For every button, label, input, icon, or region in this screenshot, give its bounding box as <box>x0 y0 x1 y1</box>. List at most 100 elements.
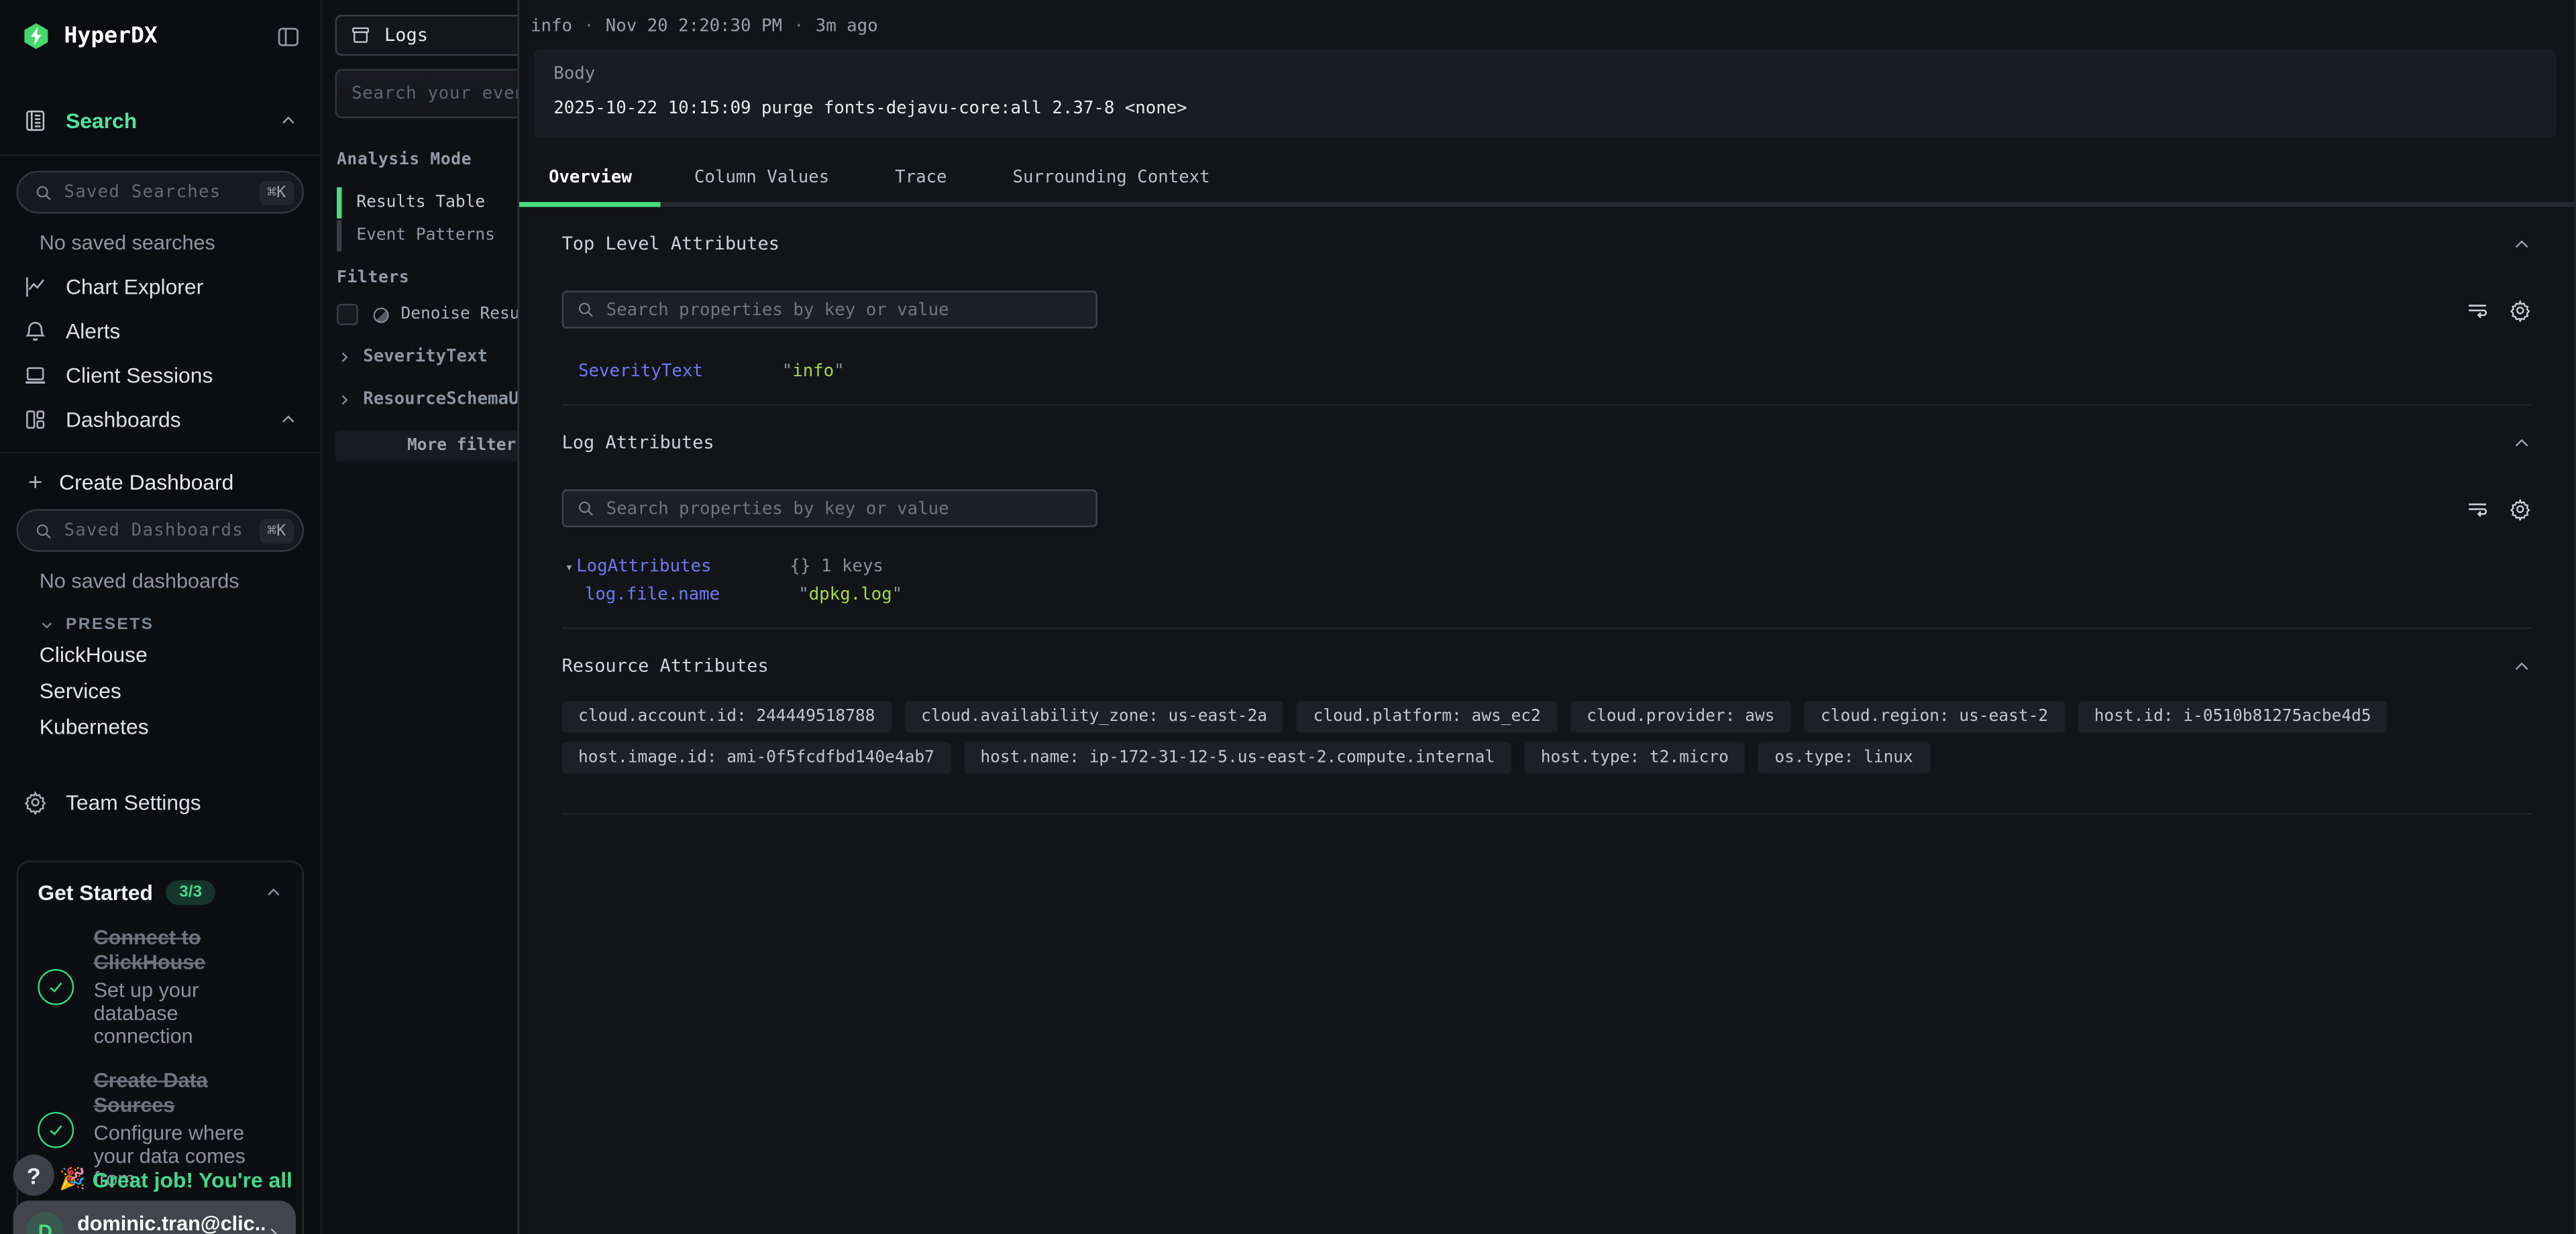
sidebar-item-team-settings[interactable]: Team Settings <box>0 780 321 824</box>
more-filters-label: More filters <box>407 437 517 455</box>
app-title: HyperDX <box>64 23 276 49</box>
resource-chip[interactable]: cloud.availability_zone: us-east-2a <box>904 702 1283 733</box>
chevron-up-icon[interactable] <box>279 112 297 130</box>
chart-line-icon <box>23 274 48 299</box>
sidebar-item-dashboards[interactable]: Dashboards <box>0 398 321 442</box>
divider <box>562 813 2532 814</box>
search-filter-panel: Logs Search your events... Analysis Mode… <box>322 0 517 1234</box>
filter-group-severitytext[interactable]: SeverityText <box>337 347 488 366</box>
preset-clickhouse[interactable]: ClickHouse <box>0 637 321 673</box>
wrap-lines-icon[interactable] <box>2466 298 2489 321</box>
saved-dashboards-input[interactable]: Saved Dashboards ⌘K <box>16 509 304 552</box>
source-selector-button[interactable]: Logs <box>335 15 518 56</box>
resource-chip[interactable]: host.name: ip-172-31-12-5.us-east-2.comp… <box>964 742 1511 774</box>
presets-label: PRESETS <box>66 616 154 634</box>
search-icon <box>34 183 52 201</box>
sidebar: HyperDX Search Saved Searches ⌘K No save… <box>0 0 322 1234</box>
more-filters-button[interactable]: More filters <box>335 431 518 462</box>
presets-header[interactable]: PRESETS <box>0 603 321 637</box>
wrap-lines-icon[interactable] <box>2466 497 2489 520</box>
event-search-input[interactable]: Search your events... <box>335 69 518 118</box>
event-body-card: Body 2025-10-22 10:15:09 purge fonts-dej… <box>534 49 2557 137</box>
gear-icon[interactable] <box>2509 298 2532 321</box>
tree-node-logattributes[interactable]: ▾ LogAttributes {} 1 keys <box>562 557 2532 576</box>
preset-kubernetes[interactable]: Kubernetes <box>0 710 321 746</box>
active-tab-indicator <box>519 201 661 207</box>
resource-chip[interactable]: host.id: i-0510b81275acbe4d5 <box>2078 702 2387 733</box>
resource-chip[interactable]: cloud.region: us-east-2 <box>1805 702 2065 733</box>
resource-chip[interactable]: cloud.platform: aws_ec2 <box>1297 702 1557 733</box>
collapse-sidebar-icon[interactable] <box>276 24 301 49</box>
chevron-up-icon[interactable] <box>279 410 297 429</box>
resource-chips-row: cloud.account.id: 244449518788 cloud.ava… <box>562 702 2532 733</box>
get-started-step-connect[interactable]: Connect to ClickHouse Set up your databa… <box>38 926 282 1048</box>
attribute-value[interactable]: dpkg.log <box>809 585 892 604</box>
no-saved-dashboards-note: No saved dashboards <box>0 552 321 603</box>
mode-option-label: Event Patterns <box>356 227 494 245</box>
quote: " <box>782 361 792 381</box>
filters-label: Filters <box>337 270 409 288</box>
section-log-attributes: Log Attributes Search properties by key … <box>519 432 2575 629</box>
chevron-up-icon[interactable] <box>2512 433 2531 452</box>
attribute-value[interactable]: info <box>792 361 834 381</box>
help-button[interactable]: ? <box>13 1155 54 1196</box>
sidebar-item-chart-explorer[interactable]: Chart Explorer <box>0 264 321 308</box>
checkbox[interactable] <box>337 304 358 325</box>
properties-search-input[interactable]: Search properties by key or value <box>562 490 1097 527</box>
denoise-label: Denoise Results <box>401 306 518 324</box>
resource-chip[interactable]: cloud.provider: aws <box>1570 702 1791 733</box>
tree-node-key[interactable]: LogAttributes <box>576 557 790 576</box>
attribute-row-severitytext[interactable]: SeverityText "info" <box>562 361 2532 381</box>
chevron-up-icon[interactable] <box>264 884 282 902</box>
active-indicator-bar <box>337 187 341 219</box>
half-circle-icon <box>371 304 390 324</box>
hyperdx-logo-icon <box>21 21 51 51</box>
party-popper-icon: 🎉 <box>59 1166 86 1192</box>
preset-services[interactable]: Services <box>0 673 321 710</box>
filter-group-resourceschemaurl[interactable]: ResourceSchemaUrl <box>337 389 517 408</box>
caret-down-icon[interactable]: ▾ <box>565 560 573 575</box>
section-title: Top Level Attributes <box>562 233 2512 255</box>
create-dashboard-button[interactable]: Create Dashboard <box>0 453 321 494</box>
sidebar-item-label: Chart Explorer <box>66 274 203 299</box>
shortcut-badge: ⌘K <box>259 518 294 543</box>
sidebar-item-label: Dashboards <box>66 407 181 432</box>
user-account-button[interactable]: D dominic.tran@clic... dominic.tran@clic… <box>13 1200 296 1234</box>
filter-group-name: ResourceSchemaUrl <box>363 389 517 408</box>
properties-search-placeholder: Search properties by key or value <box>606 498 949 518</box>
chevron-down-icon <box>40 618 54 632</box>
event-search-placeholder: Search your events... <box>352 84 517 103</box>
chevron-up-icon[interactable] <box>2512 234 2531 254</box>
tree-leaf-log-file-name[interactable]: log.file.name "dpkg.log" <box>562 585 2532 604</box>
section-title: Resource Attributes <box>562 655 2512 677</box>
properties-search-input[interactable]: Search properties by key or value <box>562 290 1097 328</box>
inactive-indicator-bar <box>337 220 341 251</box>
step-desc: Set up your database connection <box>94 978 283 1048</box>
saved-searches-input[interactable]: Saved Searches ⌘K <box>16 171 304 214</box>
body-label: Body <box>553 64 2536 84</box>
user-name: dominic.tran@clic... <box>77 1212 264 1234</box>
sidebar-item-client-sessions[interactable]: Client Sessions <box>0 353 321 398</box>
chevron-up-icon[interactable] <box>2512 656 2531 675</box>
resource-chip[interactable]: os.type: linux <box>1758 742 1929 774</box>
body-value: 2025-10-22 10:15:09 purge fonts-dejavu-c… <box>553 99 2536 118</box>
plus-icon <box>26 473 44 491</box>
sidebar-item-alerts[interactable]: Alerts <box>0 308 321 353</box>
divider <box>562 628 2532 629</box>
gear-icon[interactable] <box>2509 497 2532 520</box>
quote: " <box>892 585 902 604</box>
bell-icon <box>23 319 48 343</box>
resource-chip[interactable]: cloud.account.id: 244449518788 <box>562 702 892 733</box>
denoise-results-toggle[interactable]: Denoise Results <box>337 304 517 325</box>
section-title: Log Attributes <box>562 432 2512 453</box>
divider <box>0 154 321 156</box>
event-timestamp: Nov 20 2:20:30 PM <box>606 16 782 36</box>
attribute-key[interactable]: SeverityText <box>578 361 782 381</box>
resource-chip[interactable]: host.image.id: ami-0f5fcdfbd140e4ab7 <box>562 742 951 774</box>
analysis-mode-results-table[interactable]: Results Table <box>337 187 485 219</box>
resource-chip[interactable]: host.type: t2.micro <box>1524 742 1745 774</box>
attribute-key[interactable]: log.file.name <box>585 585 782 604</box>
sidebar-item-search[interactable]: Search <box>0 99 321 143</box>
analysis-mode-event-patterns[interactable]: Event Patterns <box>337 220 495 251</box>
section-top-level-attributes: Top Level Attributes Search properties b… <box>519 233 2575 406</box>
